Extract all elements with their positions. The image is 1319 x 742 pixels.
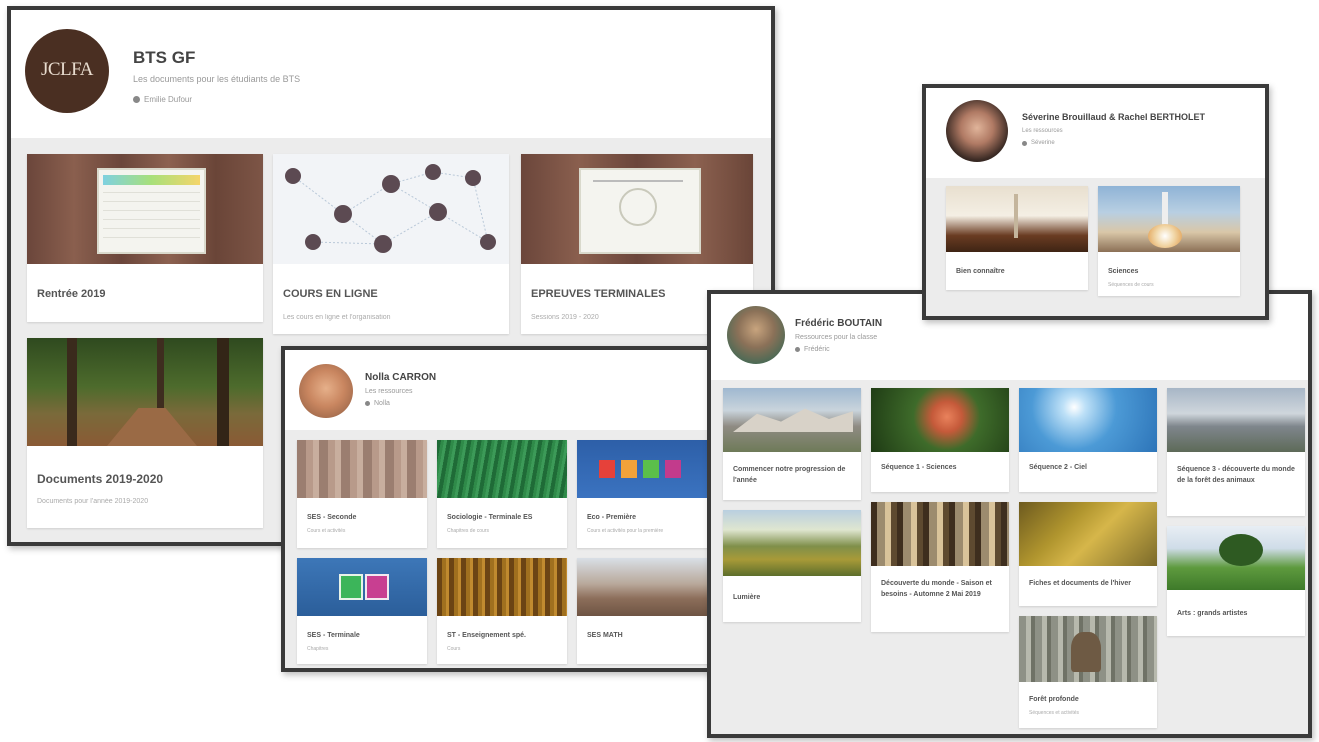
card-description: Chapitres de cours <box>447 528 489 534</box>
card-lumiere[interactable]: Lumière <box>723 510 861 622</box>
card-title: ST - Enseignement spé. <box>447 632 526 639</box>
page-title: Nolla CARRON <box>365 372 437 383</box>
page-subtitle: Ressources pour la classe <box>795 334 878 341</box>
page-title: Frédéric BOUTAIN <box>795 318 883 329</box>
card-image <box>871 388 1009 452</box>
card-title: Séquence 3 - découverte du monde de la f… <box>1177 466 1295 484</box>
card-description: Cours et activités pour la première <box>587 528 664 534</box>
card-title: Sciences <box>1108 268 1139 275</box>
card-bien-connaitre[interactable]: Bien connaître <box>946 186 1088 290</box>
page-header: Séverine Brouillaud & Rachel BERTHOLET L… <box>926 88 1265 178</box>
avatar[interactable] <box>299 364 353 418</box>
card-ses-terminale[interactable]: SES - Terminale Chapitres <box>297 558 427 664</box>
avatar[interactable] <box>727 306 785 364</box>
class-page-frederic: Frédéric BOUTAIN Ressources pour la clas… <box>707 290 1312 738</box>
card-description: Séquences de cours <box>1108 282 1154 288</box>
page-title: BTS GF <box>133 48 196 67</box>
page-header: Nolla CARRON Les ressources Nolla <box>285 350 722 430</box>
card-title: Lumière <box>733 594 761 601</box>
card-sciences[interactable]: Sciences Séquences de cours <box>1098 186 1240 296</box>
user-icon <box>365 401 370 406</box>
card-title: SES - Terminale <box>307 632 360 639</box>
avatar[interactable] <box>946 100 1008 162</box>
class-page-nolla: Nolla CARRON Les ressources Nolla SES - … <box>281 346 726 672</box>
card-description: Les cours en ligne et l'organisation <box>283 314 391 321</box>
card-title: SES - Seconde <box>307 514 357 521</box>
page-subtitle: Les ressources <box>365 388 413 395</box>
card-progression[interactable]: Commencer notre progression de l'année <box>723 388 861 500</box>
card-documents[interactable]: Documents 2019-2020 Documents pour l'ann… <box>27 338 263 528</box>
card-title: Forêt profonde <box>1029 696 1079 703</box>
card-title: Fiches et documents de l'hiver <box>1029 580 1132 587</box>
card-image <box>871 502 1009 566</box>
page-author: Frédéric <box>795 346 830 353</box>
card-description: Documents pour l'année 2019-2020 <box>37 498 149 505</box>
card-ses-math[interactable]: SES MATH <box>577 558 717 664</box>
page-author: Emilie Dufour <box>133 95 192 104</box>
card-cours-en-ligne[interactable]: COURS EN LIGNE Les cours en ligne et l'o… <box>273 154 509 334</box>
card-image <box>946 186 1088 252</box>
card-sociologie[interactable]: Sociologie - Terminale ES Chapitres de c… <box>437 440 567 548</box>
card-image <box>1019 616 1157 682</box>
card-foret-profonde[interactable]: Forêt profonde Séquences et activités <box>1019 616 1157 728</box>
card-image <box>1167 526 1305 590</box>
card-decouverte-monde[interactable]: Découverte du monde - Saison et besoins … <box>871 502 1009 632</box>
card-fiches-hiver[interactable]: Fiches et documents de l'hiver <box>1019 502 1157 606</box>
card-description: Cours <box>447 646 461 652</box>
card-image <box>723 388 861 452</box>
card-description: Chapitres <box>307 646 329 652</box>
card-image <box>521 154 753 264</box>
card-image <box>577 558 717 616</box>
card-image <box>437 558 567 616</box>
page-header: JCLFA BTS GF Les documents pour les étud… <box>11 10 771 138</box>
card-image <box>1019 388 1157 452</box>
page-author: Séverine <box>1022 140 1055 146</box>
card-title: Eco - Première <box>587 514 637 521</box>
card-sequence-1[interactable]: Séquence 1 - Sciences <box>871 388 1009 492</box>
card-image <box>297 558 427 616</box>
card-title: Documents 2019-2020 <box>37 472 164 486</box>
card-st-enseignement[interactable]: ST - Enseignement spé. Cours <box>437 558 567 664</box>
page-subtitle: Les ressources <box>1022 128 1063 134</box>
avatar[interactable]: JCLFA <box>25 29 109 113</box>
card-title: Découverte du monde - Saison et besoins … <box>881 580 992 598</box>
card-sequence-2[interactable]: Séquence 2 - Ciel <box>1019 388 1157 492</box>
card-sequence-3[interactable]: Séquence 3 - découverte du monde de la f… <box>1167 388 1305 516</box>
card-image <box>1167 388 1305 452</box>
card-title: Sociologie - Terminale ES <box>447 514 533 521</box>
page-author: Nolla <box>365 400 390 407</box>
card-image <box>437 440 567 498</box>
card-title: Bien connaître <box>956 268 1005 275</box>
card-title: Séquence 2 - Ciel <box>1029 464 1087 471</box>
card-image <box>273 154 509 264</box>
card-image <box>1098 186 1240 252</box>
card-title: Rentrée 2019 <box>37 288 106 300</box>
card-image <box>1019 502 1157 566</box>
avatar-logo-text: JCLFA <box>40 59 94 80</box>
user-icon <box>133 96 140 103</box>
card-ses-seconde[interactable]: SES - Seconde Cours et activités <box>297 440 427 548</box>
card-title: Commencer notre progression de l'année <box>733 466 846 484</box>
page-subtitle: Les documents pour les étudiants de BTS <box>133 74 301 84</box>
card-eco-premiere[interactable]: Eco - Première Cours et activités pour l… <box>577 440 717 548</box>
card-image <box>27 154 263 264</box>
class-page-severine: Séverine Brouillaud & Rachel BERTHOLET L… <box>922 84 1269 320</box>
page-title: Séverine Brouillaud & Rachel BERTHOLET <box>1022 112 1206 122</box>
card-image <box>297 440 427 498</box>
card-title: COURS EN LIGNE <box>283 288 378 300</box>
card-image <box>27 338 263 446</box>
card-title: Arts : grands artistes <box>1177 610 1248 617</box>
card-description: Séquences et activités <box>1029 710 1080 716</box>
card-image <box>577 440 717 498</box>
card-rentree[interactable]: Rentrée 2019 <box>27 154 263 322</box>
card-title: Séquence 1 - Sciences <box>881 464 957 471</box>
user-icon <box>795 347 800 352</box>
user-icon <box>1022 140 1027 146</box>
card-arts-artistes[interactable]: Arts : grands artistes <box>1167 526 1305 636</box>
card-image <box>723 510 861 576</box>
card-title: SES MATH <box>587 632 623 639</box>
card-description: Cours et activités <box>307 528 346 534</box>
